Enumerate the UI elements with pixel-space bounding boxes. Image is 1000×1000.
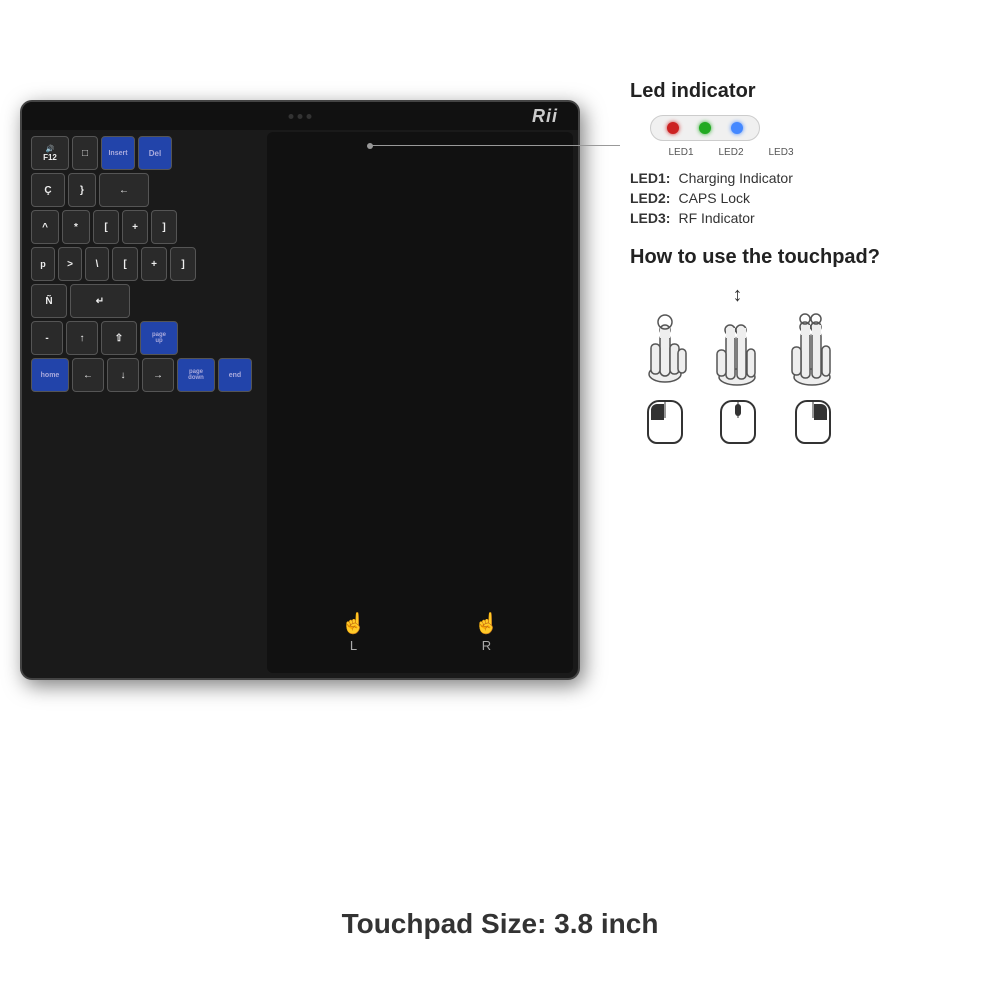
led-indicator-section: Led indicator LED1 LED2 LED3 LED1: Charg… xyxy=(630,80,970,226)
led-desc-value-3: RF Indicator xyxy=(678,210,754,226)
key-caret[interactable]: ^ xyxy=(31,210,59,244)
scroll-arrow-icon: ↕ xyxy=(733,284,743,307)
key-del[interactable]: Del xyxy=(138,136,172,170)
info-panel: Led indicator LED1 LED2 LED3 LED1: Charg… xyxy=(630,80,970,444)
key-bracket-close-2[interactable]: ] xyxy=(170,247,196,281)
key-bracket-open[interactable]: [ xyxy=(93,210,119,244)
key-plus-2[interactable]: + xyxy=(141,247,167,281)
led-desc-value-2: CAPS Lock xyxy=(678,190,750,206)
key-asterisk[interactable]: * xyxy=(62,210,90,244)
touchpad-usage-title: How to use the touchpad? xyxy=(630,246,970,269)
key-left[interactable]: ← xyxy=(72,358,104,392)
callout-dot xyxy=(367,143,373,149)
touchpad-usage-section: How to use the touchpad? xyxy=(630,246,970,444)
main-container: Rii 🔊 F12 □ Insert xyxy=(0,0,1000,1000)
key-right[interactable]: → xyxy=(142,358,174,392)
key-row-3: p > \ [ + ] xyxy=(31,247,258,281)
gesture-two-finger-tap xyxy=(785,312,840,444)
gesture-two-finger-scroll: ↕ xyxy=(710,284,765,444)
key-up[interactable]: ↑ xyxy=(66,321,98,355)
key-brace[interactable]: } xyxy=(68,173,96,207)
touchpad-left-button-label: ☝ L xyxy=(341,611,366,653)
touchpad-right-button-label: ☝ R xyxy=(474,611,499,653)
led-desc-value-1: Charging Indicator xyxy=(678,170,792,186)
led-desc-2: LED2: CAPS Lock xyxy=(630,190,970,206)
key-minus[interactable]: - xyxy=(31,321,63,355)
key-enter[interactable]: ↵ xyxy=(70,284,130,318)
led-circle-3 xyxy=(731,122,743,134)
led-desc-key-3: LED3: xyxy=(630,210,670,226)
led-section-title: Led indicator xyxy=(630,80,970,103)
led-label-1: LED1 xyxy=(666,147,696,158)
led-circle-1 xyxy=(667,122,679,134)
key-row-5: - ↑ ⇧ page up xyxy=(31,321,258,355)
key-pagedown[interactable]: page down xyxy=(177,358,215,392)
keys-area: 🔊 F12 □ Insert Del xyxy=(27,132,262,673)
led-circle-2 xyxy=(699,122,711,134)
key-f12[interactable]: 🔊 F12 xyxy=(31,136,69,170)
keyboard-section: Rii 🔊 F12 □ Insert xyxy=(20,100,580,720)
led-capsule xyxy=(650,115,760,141)
key-shift[interactable]: ⇧ xyxy=(101,321,137,355)
led-desc-key-2: LED2: xyxy=(630,190,670,206)
mouse-scroll-highlight xyxy=(735,404,741,416)
led-desc-key-1: LED1: xyxy=(630,170,670,186)
key-backspace[interactable]: ← xyxy=(99,173,149,207)
key-bracket-close[interactable]: ] xyxy=(151,210,177,244)
key-row-6: home ← ↓ → page down xyxy=(31,358,258,392)
touchpad-size-label: Touchpad Size: 3.8 inch xyxy=(342,908,659,940)
touchpad-button-labels: ☝ L ☝ R xyxy=(267,611,573,653)
key-p[interactable]: p xyxy=(31,247,55,281)
led-diagram: LED1 LED2 LED3 xyxy=(650,115,970,158)
keyboard-top-bar: Rii xyxy=(22,102,578,130)
led-label-2: LED2 xyxy=(716,147,746,158)
two-finger-hand xyxy=(710,317,765,392)
led-label-3: LED3 xyxy=(766,147,796,158)
key-plus[interactable]: + xyxy=(122,210,148,244)
rii-brand-logo: Rii xyxy=(532,106,558,127)
keyboard-led-dot-3 xyxy=(307,114,312,119)
key-end[interactable]: end xyxy=(218,358,252,392)
keyboard-led-dot-1 xyxy=(289,114,294,119)
led-desc-3: LED3: RF Indicator xyxy=(630,210,970,226)
led-labels-row: LED1 LED2 LED3 xyxy=(666,147,796,158)
key-c-cedilla[interactable]: Ç xyxy=(31,173,65,207)
key-bracket-open-2[interactable]: [ xyxy=(112,247,138,281)
gesture-mouse-scroll xyxy=(720,400,756,444)
keyboard-led-dot-2 xyxy=(298,114,303,119)
key-home[interactable]: home xyxy=(31,358,69,392)
gesture-single-hand-icon xyxy=(640,314,690,392)
callout-line xyxy=(370,145,620,147)
gesture-mouse-right xyxy=(795,400,831,444)
keyboard-led-dots xyxy=(289,114,312,119)
key-backslash[interactable]: \ xyxy=(85,247,109,281)
key-down[interactable]: ↓ xyxy=(107,358,139,392)
key-pageup[interactable]: page up xyxy=(140,321,178,355)
mouse-right-highlight xyxy=(814,404,827,420)
two-finger-tap-hand xyxy=(785,312,840,392)
touchpad-area[interactable]: ☝ L ☝ R xyxy=(267,132,573,673)
key-insert[interactable]: Insert xyxy=(101,136,135,170)
led-desc-1: LED1: Charging Indicator xyxy=(630,170,970,186)
led-descriptions: LED1: Charging Indicator LED2: CAPS Lock… xyxy=(630,170,970,226)
key-n-tilde[interactable]: Ñ xyxy=(31,284,67,318)
key-row-1: Ç } ← xyxy=(31,173,258,207)
key-gt[interactable]: > xyxy=(58,247,82,281)
keyboard-body: Rii 🔊 F12 □ Insert xyxy=(20,100,580,680)
key-row-0: 🔊 F12 □ Insert Del xyxy=(31,136,258,170)
mouse-left-highlight xyxy=(651,404,664,420)
key-row-2: ^ * [ + ] xyxy=(31,210,258,244)
key-square[interactable]: □ xyxy=(72,136,98,170)
gesture-single-tap xyxy=(640,314,690,444)
gesture-mouse-left xyxy=(647,400,683,444)
key-row-4: Ñ ↵ xyxy=(31,284,258,318)
gesture-demos: ↕ xyxy=(640,284,970,444)
